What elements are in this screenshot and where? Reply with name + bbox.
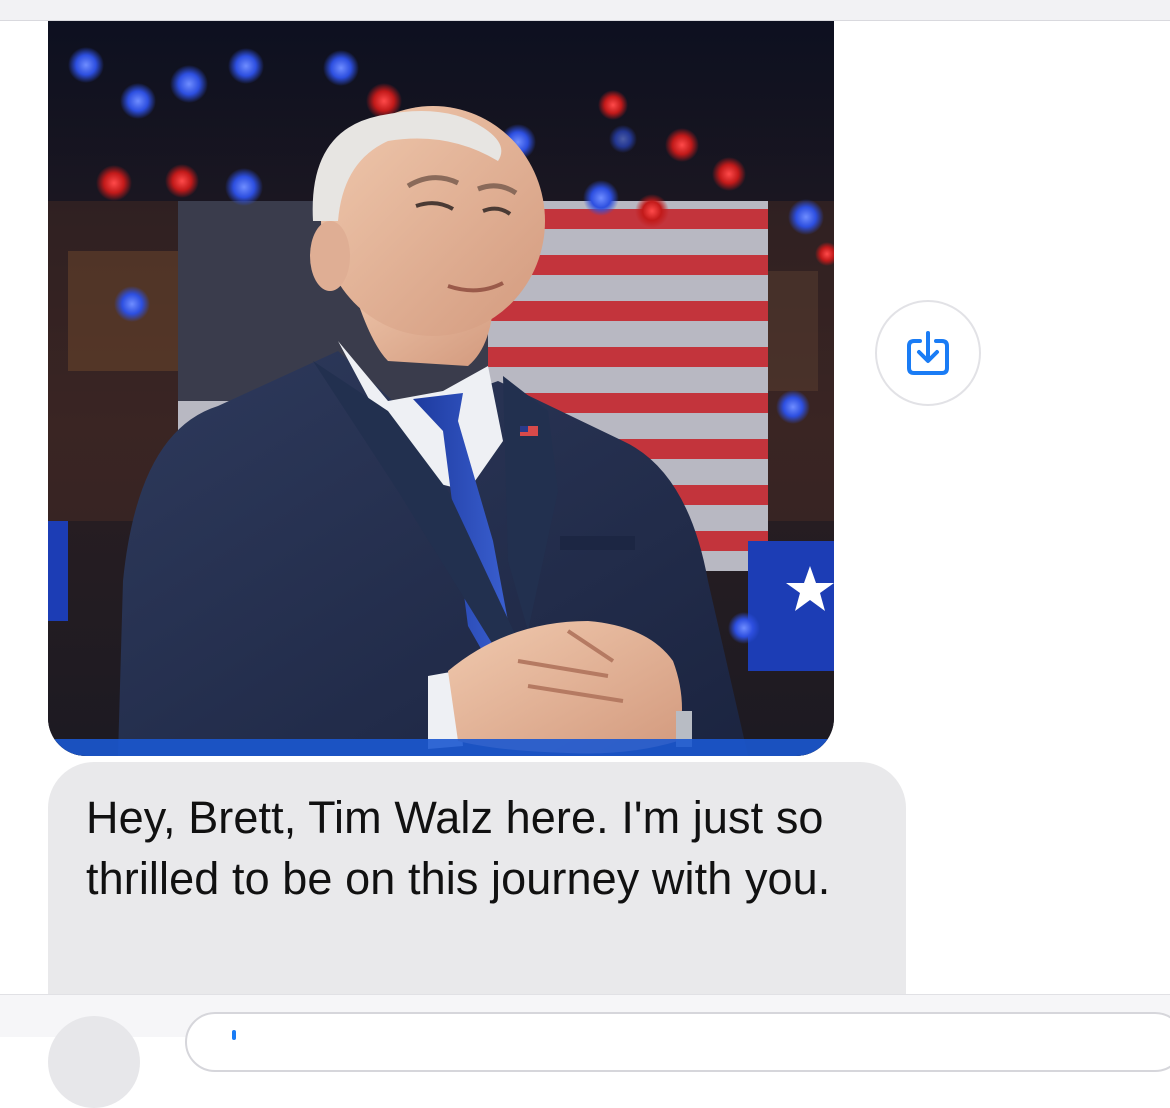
download-icon bbox=[907, 331, 949, 375]
message-input[interactable] bbox=[185, 1012, 1170, 1072]
top-bar bbox=[0, 0, 1170, 21]
save-photo-button[interactable] bbox=[875, 300, 981, 406]
composer-add-button[interactable] bbox=[48, 1016, 140, 1108]
message-photo[interactable] bbox=[48, 21, 834, 756]
photo-image bbox=[48, 21, 834, 756]
message-text: Hey, Brett, Tim Walz here. I'm just so t… bbox=[86, 792, 831, 904]
text-cursor bbox=[232, 1030, 236, 1040]
